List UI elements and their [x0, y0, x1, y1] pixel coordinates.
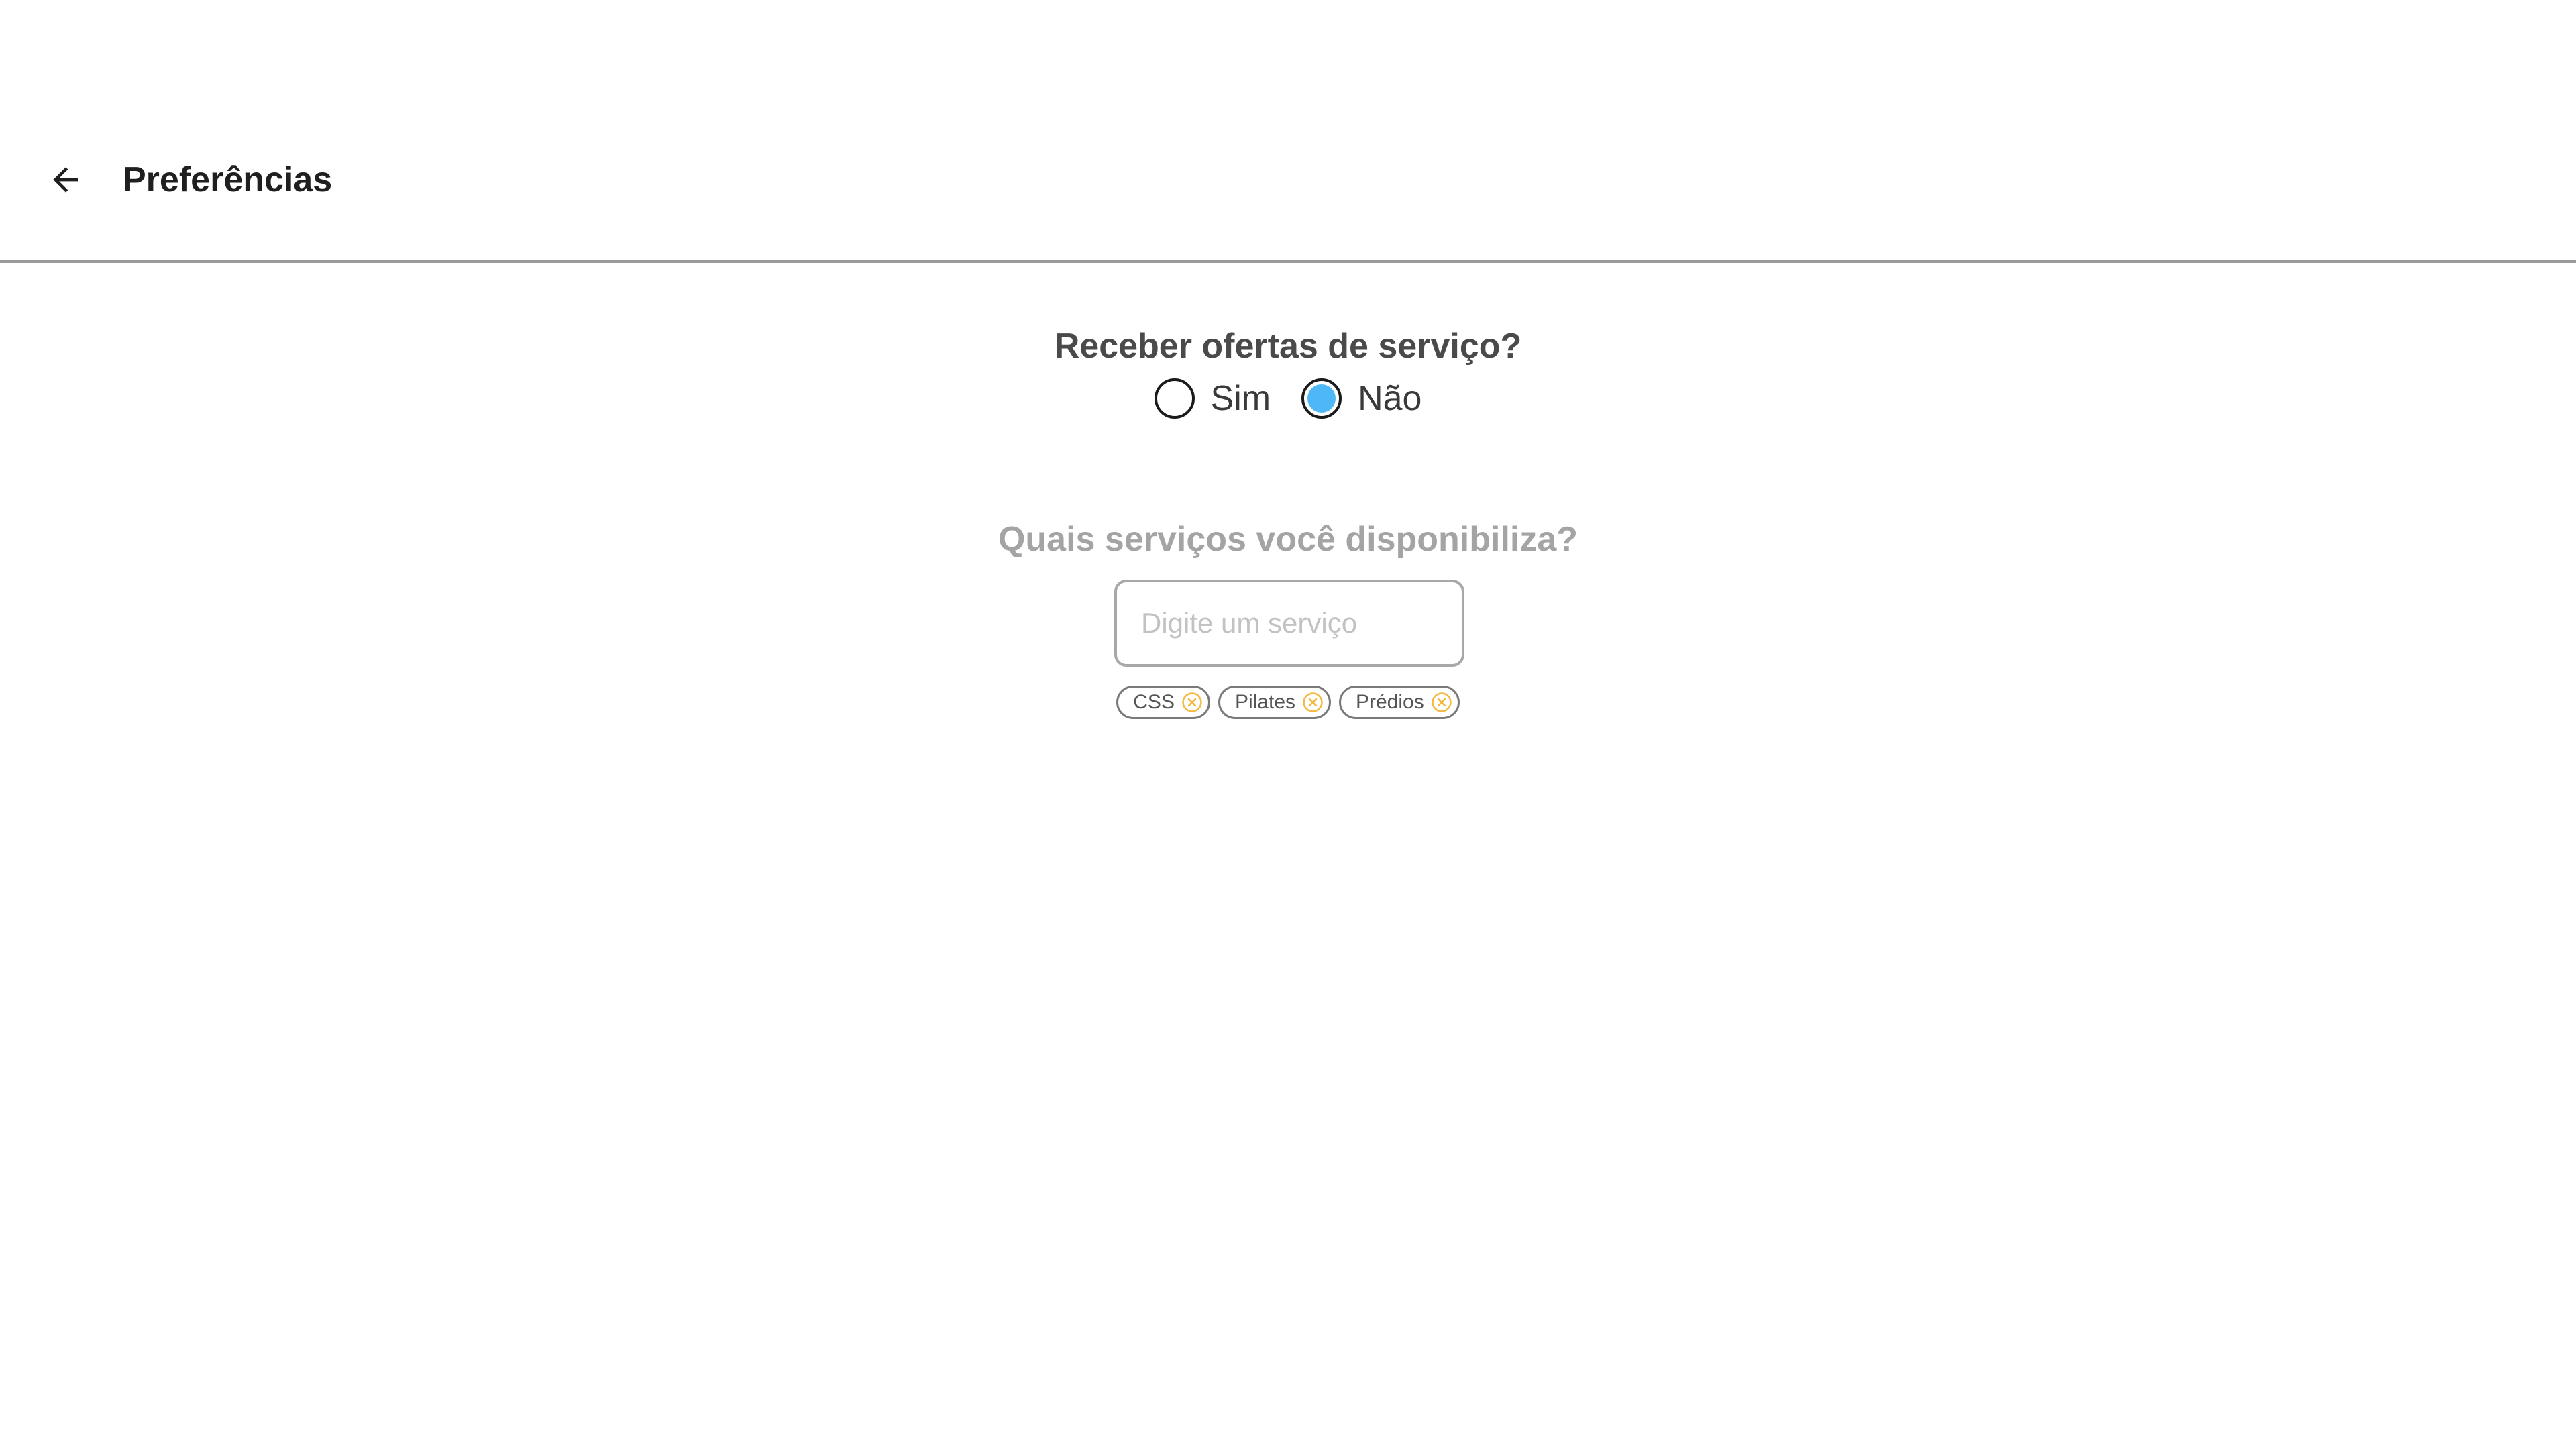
service-input[interactable] [1114, 580, 1464, 667]
radio-label-sim: Sim [1210, 379, 1271, 418]
services-question: Quais serviços você disponibiliza? [998, 520, 1578, 559]
offers-question: Receber ofertas de serviço? [1054, 327, 1522, 366]
close-circle-icon[interactable] [1301, 690, 1325, 714]
preferences-screen: Preferências Receber ofertas de serviço?… [0, 0, 2576, 1449]
service-tags: CSS Pilates Prédios [0, 686, 2576, 719]
app-header: Preferências [0, 0, 2576, 263]
tag-css: CSS [1116, 686, 1210, 719]
radio-option-nao[interactable]: Não [1301, 376, 1421, 421]
page-title: Preferências [123, 160, 333, 199]
radio-option-sim[interactable]: Sim [1154, 376, 1271, 421]
close-circle-icon[interactable] [1180, 690, 1204, 714]
offers-radio-group: Sim Não [0, 376, 2576, 421]
radio-label-nao: Não [1358, 379, 1422, 418]
radio-nao[interactable] [1301, 378, 1342, 419]
radio-sim[interactable] [1154, 378, 1195, 419]
tag-label: CSS [1133, 691, 1175, 713]
tag-label: Prédios [1356, 691, 1424, 713]
back-button[interactable] [42, 156, 90, 204]
radio-dot-selected [1307, 384, 1336, 413]
arrow-left-icon [53, 167, 78, 193]
tag-pilates: Pilates [1218, 686, 1331, 719]
tag-label: Pilates [1234, 691, 1295, 713]
tag-predios: Prédios [1339, 686, 1460, 719]
close-circle-icon[interactable] [1430, 690, 1454, 714]
